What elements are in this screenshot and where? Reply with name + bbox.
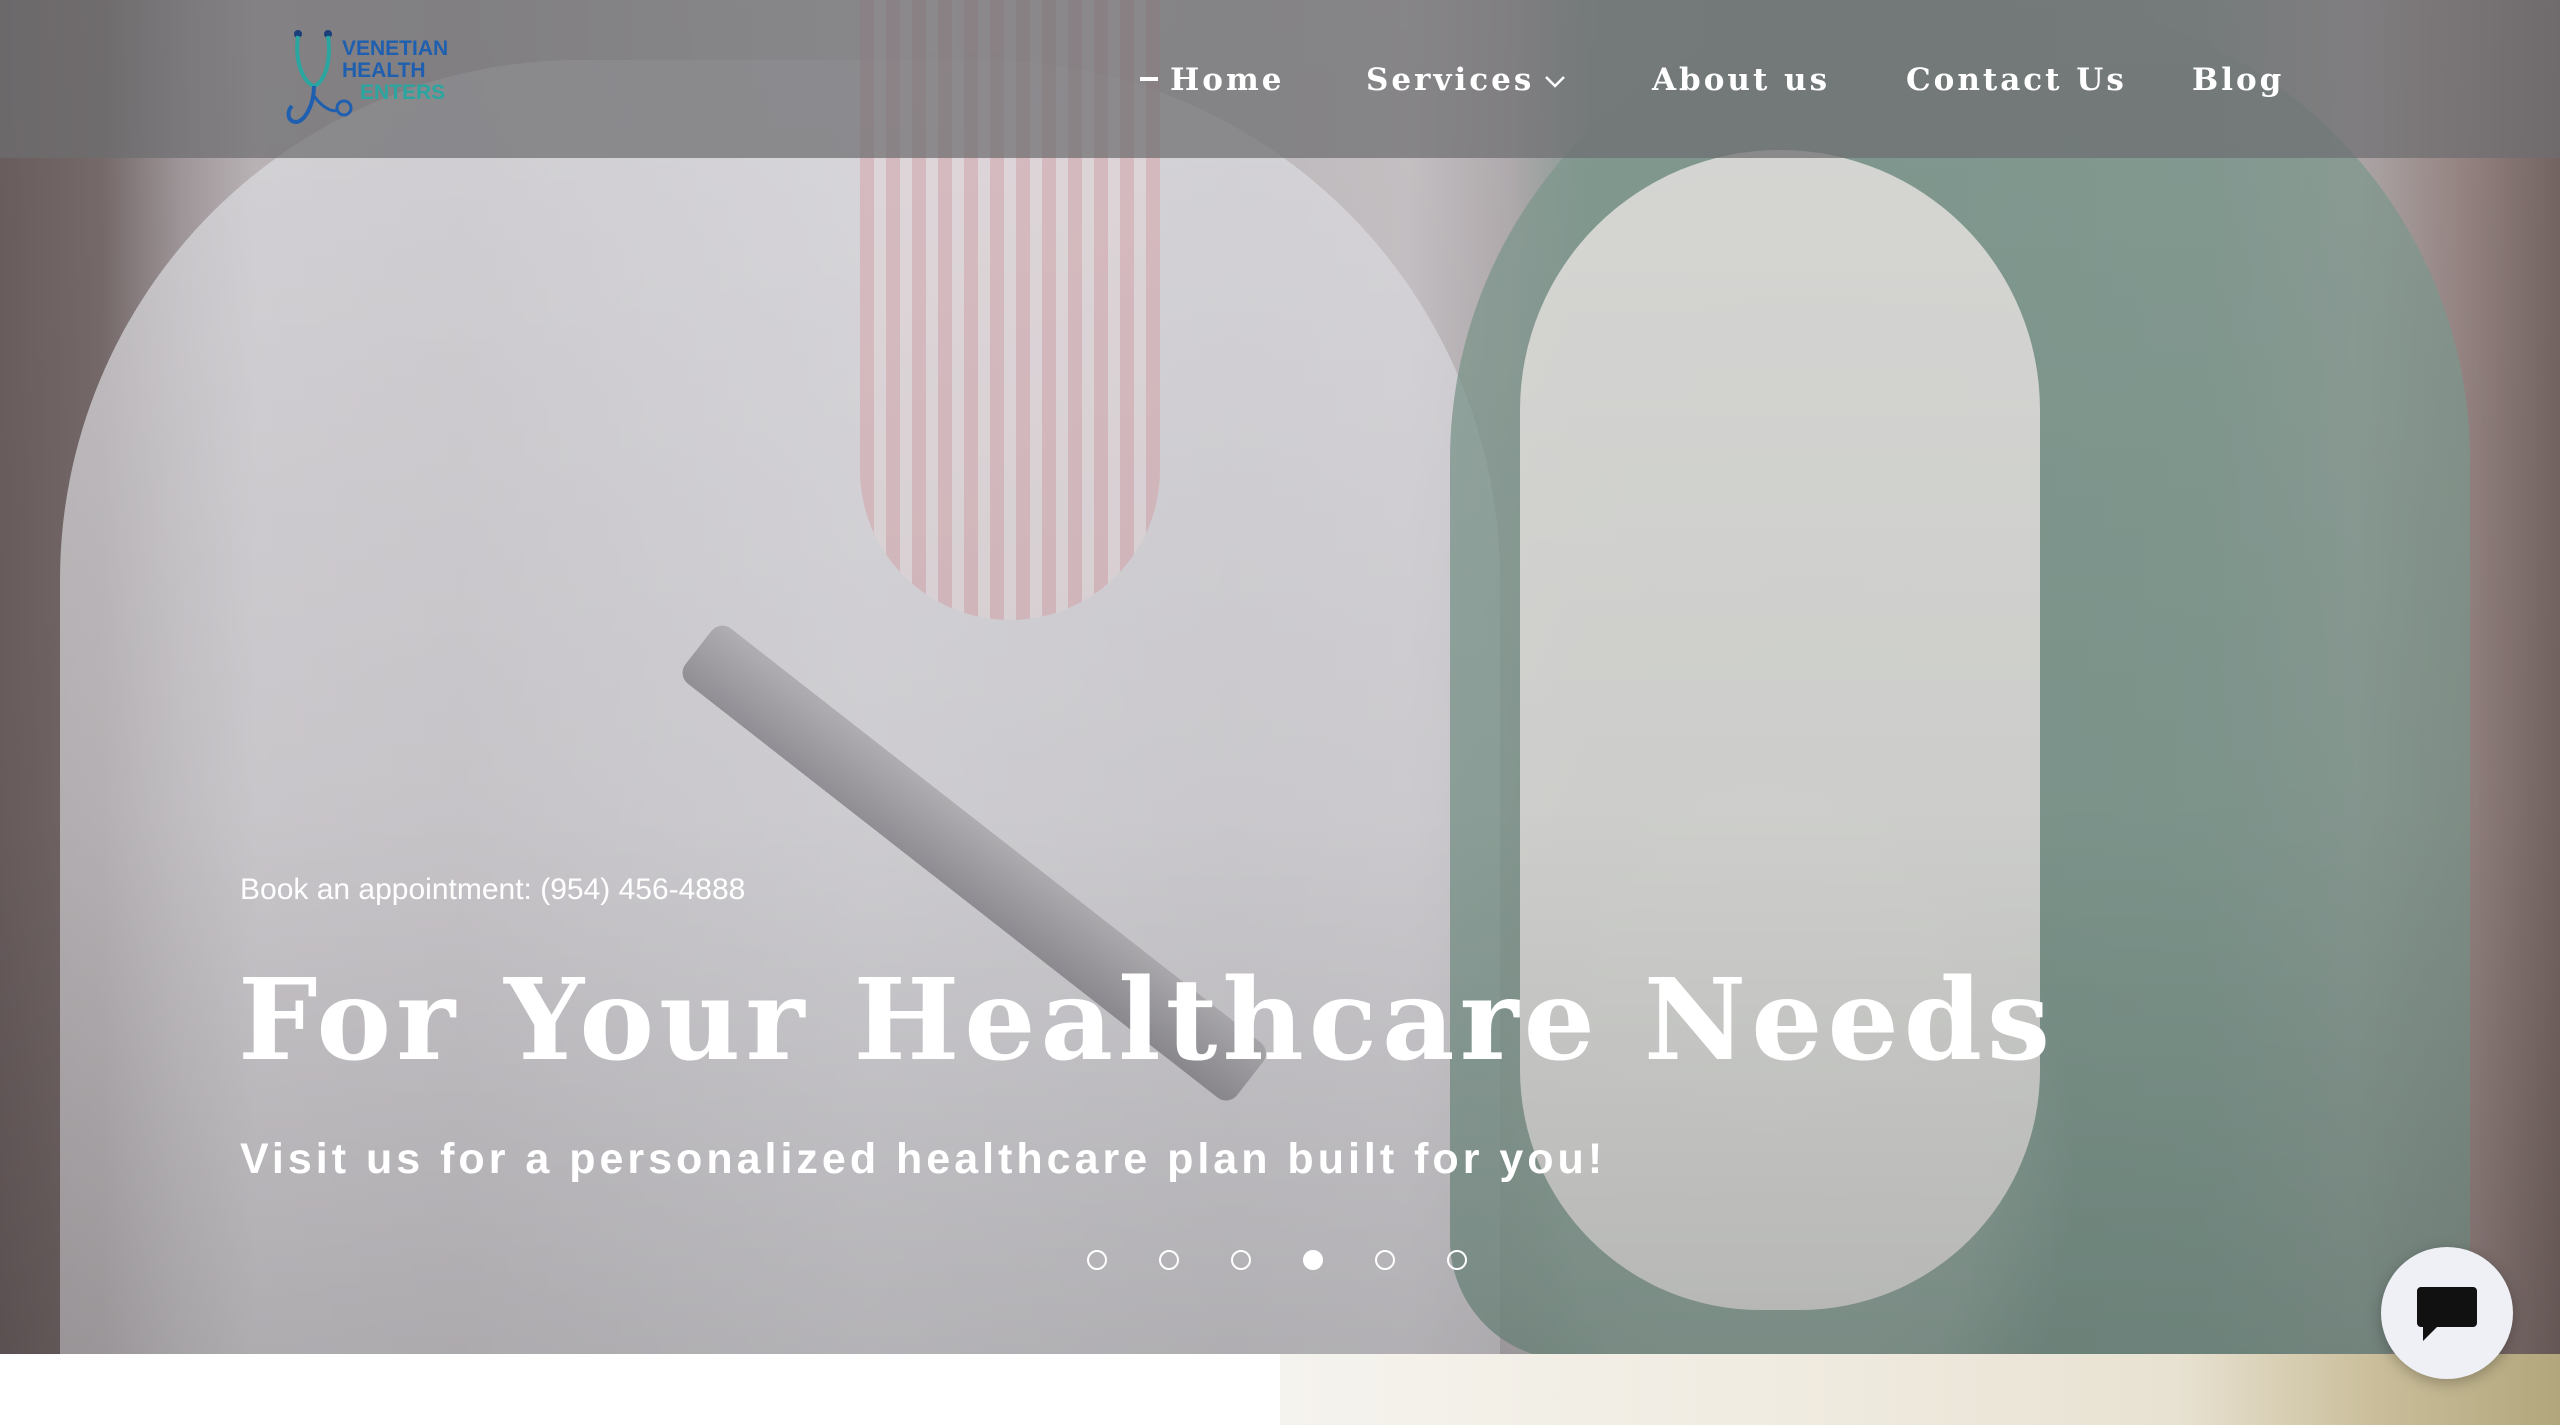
chat-widget-button[interactable]: [2381, 1247, 2513, 1379]
chevron-down-icon: [1544, 61, 1566, 97]
slider-dot-3[interactable]: [1231, 1250, 1251, 1270]
next-section-image: [1280, 1354, 2560, 1425]
slider-dot-2[interactable]: [1159, 1250, 1179, 1270]
main-nav: Home Services About us Contact Us Blog: [0, 62, 2560, 102]
nav-contact-us[interactable]: Contact Us: [1906, 62, 2127, 98]
nav-blog[interactable]: Blog: [2192, 62, 2284, 98]
slider-dot-4[interactable]: [1303, 1250, 1323, 1270]
hero-headline: For Your Healthcare Needs: [238, 955, 2056, 1086]
active-indicator-icon: [1140, 76, 1158, 81]
nav-services-label: Services: [1366, 62, 1535, 98]
slider-dot-6[interactable]: [1447, 1250, 1467, 1270]
site-header: VENETIAN HEALTH ENTERS Home Services Abo…: [0, 0, 2560, 158]
nav-home[interactable]: Home: [1140, 62, 1285, 98]
hero-banner: Book an appointment: (954) 456-4888 For …: [0, 0, 2560, 1354]
logo-line-1: VENETIAN: [342, 37, 449, 60]
hero-subheadline: Visit us for a personalized healthcare p…: [240, 1135, 1607, 1183]
nav-about-us[interactable]: About us: [1652, 62, 1830, 98]
nav-home-label: Home: [1170, 62, 1285, 98]
slider-dot-5[interactable]: [1375, 1250, 1395, 1270]
appointment-phone[interactable]: Book an appointment: (954) 456-4888: [240, 873, 745, 907]
nav-services[interactable]: Services: [1366, 62, 1566, 100]
chat-bubble-icon: [2417, 1287, 2477, 1341]
slider-dot-1[interactable]: [1087, 1250, 1107, 1270]
